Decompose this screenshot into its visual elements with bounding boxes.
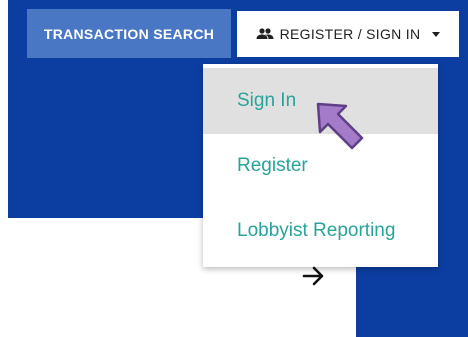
- register-signin-dropdown: Sign In Register Lobbyist Reporting: [203, 64, 438, 267]
- people-icon: [256, 28, 274, 40]
- menu-item-label: Sign In: [237, 90, 297, 111]
- menu-item-label: Register: [237, 155, 308, 176]
- register-signin-button[interactable]: REGISTER / SIGN IN: [237, 11, 459, 57]
- menu-item-lobbyist-reporting[interactable]: Lobbyist Reporting: [203, 198, 438, 264]
- transaction-search-button[interactable]: TRANSACTION SEARCH: [27, 9, 231, 58]
- pointer-arrow-icon: [316, 102, 364, 159]
- register-signin-label: REGISTER / SIGN IN: [279, 26, 421, 42]
- caret-down-icon: [432, 31, 441, 37]
- transaction-search-label: TRANSACTION SEARCH: [43, 25, 215, 42]
- menu-item-label: Lobbyist Reporting: [237, 220, 396, 241]
- arrow-right-icon[interactable]: [302, 265, 326, 292]
